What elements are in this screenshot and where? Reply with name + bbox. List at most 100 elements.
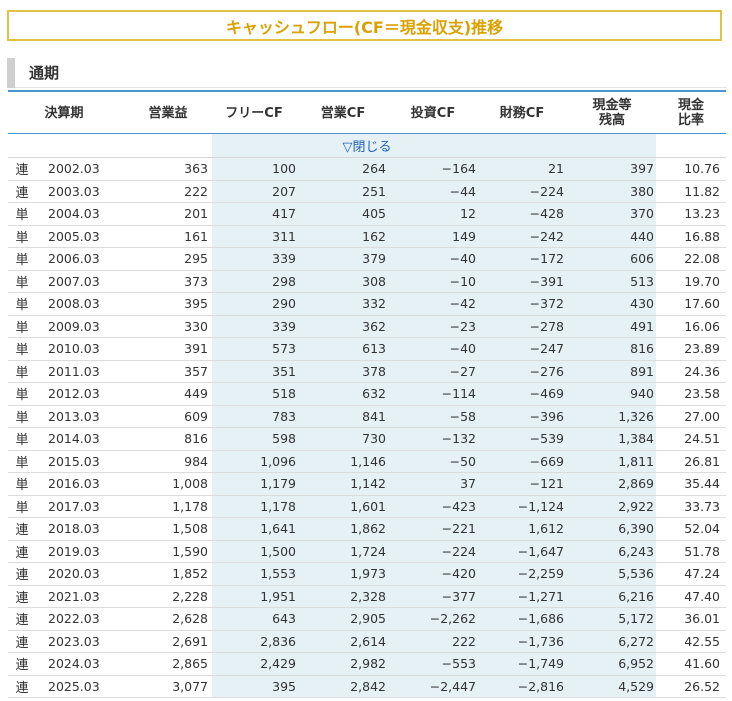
- toggle-row: ▽閉じる: [8, 134, 726, 158]
- table-row: 連 2002.03 363 100 264 −164 21 397 10.76: [8, 158, 726, 181]
- row-operating-profit: 1,590: [172, 543, 208, 559]
- row-period: 2012.03: [48, 386, 100, 402]
- row-cash-balance: 5,536: [618, 566, 654, 582]
- table-row: 単 2016.03 1,008 1,179 1,142 37 −121 2,869 35.44: [8, 473, 726, 496]
- row-financing-cf: −121: [529, 476, 564, 492]
- table-row: 連 2021.03 2,228 1,951 2,328 −377 −1,271 6,216 47…: [8, 585, 726, 608]
- table-row: 単 2015.03 984 1,096 1,146 −50 −669 1,811 26.81: [8, 450, 726, 473]
- table-row: 単 2005.03 161 311 162 149 −242 440 16.88: [8, 225, 726, 248]
- row-period: 2007.03: [48, 273, 100, 289]
- row-financing-cf: −1,736: [517, 633, 564, 649]
- table-row: 連 2019.03 1,590 1,500 1,724 −224 −1,647 6,243 51…: [8, 540, 726, 563]
- row-cash-ratio: 13.23: [684, 206, 720, 222]
- row-cash-balance: 6,216: [618, 588, 654, 604]
- row-financing-cf: −391: [529, 273, 564, 289]
- row-investing-cf: −164: [441, 161, 476, 177]
- row-operating-cf: 162: [362, 228, 386, 244]
- row-investing-cf: −553: [441, 656, 476, 672]
- row-period: 2017.03: [48, 498, 100, 514]
- row-operating-profit: 1,852: [172, 566, 208, 582]
- row-cash-ratio: 10.76: [684, 161, 720, 177]
- row-investing-cf: −420: [441, 566, 476, 582]
- table-row: 連 2024.03 2,865 2,429 2,982 −553 −1,749 6,952 41…: [8, 653, 726, 676]
- row-cash-ratio: 23.58: [684, 386, 720, 402]
- row-financing-cf: −469: [529, 386, 564, 402]
- row-type: 連: [15, 545, 29, 561]
- row-type: 単: [15, 320, 29, 336]
- row-cash-ratio: 17.60: [684, 296, 720, 312]
- section-header: 通期: [7, 57, 727, 88]
- row-operating-profit: 1,178: [172, 498, 208, 514]
- row-operating-profit: 984: [184, 453, 208, 469]
- row-free-cf: 783: [272, 408, 296, 424]
- row-free-cf: 518: [272, 386, 296, 402]
- row-operating-cf: 362: [362, 318, 386, 334]
- header-investing-cf: 投資CF: [410, 105, 456, 121]
- row-operating-cf: 1,973: [350, 566, 386, 582]
- header-cash-line1: 現金等: [592, 98, 632, 113]
- cashflow-title-box: キャッシュフロー(CF＝現金収支)推移: [7, 10, 722, 41]
- row-free-cf: 1,951: [260, 588, 296, 604]
- row-period: 2009.03: [48, 318, 100, 334]
- row-type: 単: [15, 500, 29, 516]
- row-free-cf: 351: [272, 363, 296, 379]
- table-row: 単 2007.03 373 298 308 −10 −391 513 19.70: [8, 270, 726, 293]
- table-row: 単 2006.03 295 339 379 −40 −172 606 22.08: [8, 248, 726, 271]
- header-period: 決算期: [44, 105, 84, 121]
- row-cash-ratio: 26.81: [684, 453, 720, 469]
- row-type: 連: [15, 680, 29, 696]
- row-financing-cf: −396: [529, 408, 564, 424]
- row-investing-cf: −423: [441, 498, 476, 514]
- row-free-cf: 207: [272, 183, 296, 199]
- row-operating-cf: 632: [362, 386, 386, 402]
- row-financing-cf: −1,271: [517, 588, 564, 604]
- table-row: 単 2004.03 201 417 405 12 −428 370 13.23: [8, 203, 726, 226]
- row-free-cf: 573: [272, 341, 296, 357]
- close-toggle-link[interactable]: ▽閉じる: [8, 134, 726, 157]
- row-free-cf: 100: [272, 161, 296, 177]
- row-cash-balance: 4,529: [618, 678, 654, 694]
- row-investing-cf: −40: [449, 251, 476, 267]
- row-operating-profit: 2,865: [172, 656, 208, 672]
- table-row: 単 2009.03 330 339 362 −23 −278 491 16.06: [8, 315, 726, 338]
- row-operating-cf: 308: [362, 273, 386, 289]
- row-cash-ratio: 41.60: [684, 656, 720, 672]
- header-free-cf: フリーCF: [225, 105, 283, 121]
- row-operating-cf: 264: [362, 161, 386, 177]
- row-type: 連: [15, 185, 29, 201]
- row-cash-balance: 816: [630, 341, 654, 357]
- header-financing-cf: 財務CF: [499, 105, 545, 121]
- row-cash-ratio: 22.08: [684, 251, 720, 267]
- table-header: 決算期 営業益 フリーCF 営業CF 投資CF 財務CF 現金等 残高 現金 比…: [8, 90, 726, 134]
- row-free-cf: 1,096: [260, 453, 296, 469]
- section-marker-bar: [7, 57, 15, 88]
- row-operating-profit: 2,628: [172, 611, 208, 627]
- row-free-cf: 1,179: [260, 476, 296, 492]
- row-cash-balance: 6,272: [618, 633, 654, 649]
- row-type: 単: [15, 208, 29, 224]
- row-investing-cf: −2,447: [429, 678, 476, 694]
- row-free-cf: 598: [272, 431, 296, 447]
- row-cash-ratio: 24.51: [684, 431, 720, 447]
- row-type: 単: [15, 298, 29, 314]
- row-type: 単: [15, 388, 29, 404]
- row-free-cf: 290: [272, 296, 296, 312]
- row-operating-cf: 1,862: [350, 521, 386, 537]
- row-financing-cf: −539: [529, 431, 564, 447]
- row-cash-ratio: 33.73: [684, 498, 720, 514]
- row-operating-profit: 1,508: [172, 521, 208, 537]
- row-operating-cf: 1,142: [350, 476, 386, 492]
- row-cash-balance: 1,811: [618, 453, 654, 469]
- row-operating-cf: 1,601: [350, 498, 386, 514]
- row-period: 2015.03: [48, 453, 100, 469]
- row-free-cf: 1,641: [260, 521, 296, 537]
- row-financing-cf: −428: [529, 206, 564, 222]
- header-operating-profit: 営業益: [148, 105, 188, 121]
- row-operating-profit: 373: [184, 273, 208, 289]
- row-cash-balance: 6,390: [618, 521, 654, 537]
- row-operating-cf: 2,842: [350, 678, 386, 694]
- row-type: 単: [15, 253, 29, 269]
- row-investing-cf: −50: [449, 453, 476, 469]
- row-period: 2006.03: [48, 251, 100, 267]
- row-financing-cf: −242: [529, 228, 564, 244]
